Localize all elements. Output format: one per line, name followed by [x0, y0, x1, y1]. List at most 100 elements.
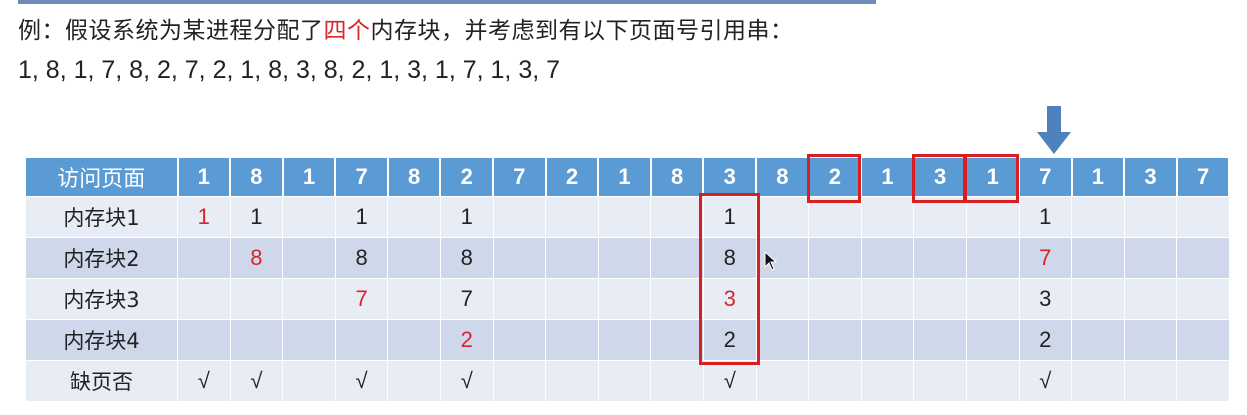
row-label: 内存块2	[25, 237, 178, 279]
block-cell	[334, 319, 389, 361]
block-cell: 2	[1018, 319, 1073, 361]
block-cell	[913, 196, 967, 238]
fault-mark-cell	[860, 360, 915, 402]
fault-mark-cell	[545, 360, 599, 402]
block-cell	[1123, 278, 1178, 320]
header-highlight-box	[911, 153, 967, 203]
fault-mark-cell	[808, 360, 862, 402]
block-cell	[860, 237, 915, 279]
prompt-highlight: 四个	[323, 18, 371, 44]
memory-block-row: 内存块1 1 1 1 1 1 1	[25, 196, 1230, 238]
block-cell	[965, 237, 1020, 279]
block-cell	[1176, 196, 1230, 238]
block-cell	[545, 319, 599, 361]
block-cell	[282, 196, 336, 238]
block-cell	[1123, 319, 1178, 361]
mouse-cursor-icon	[764, 251, 778, 271]
block-cell: 3	[1018, 278, 1073, 320]
block-cell	[650, 319, 704, 361]
block-cell	[650, 237, 704, 279]
block-cell: 8	[439, 237, 494, 279]
block-cell	[282, 237, 336, 279]
memory-block-row: 内存块3 7 7 3 3	[25, 278, 1230, 320]
block-cell	[1123, 237, 1178, 279]
fault-mark-cell	[597, 360, 652, 402]
fault-mark-cell	[1176, 360, 1230, 402]
page-ref-cell: 1	[597, 157, 652, 197]
block-cell	[545, 237, 599, 279]
page-ref-cell: 7	[1176, 157, 1231, 197]
block-cell: 8	[229, 237, 284, 279]
block-cell	[965, 196, 1020, 238]
block-cell	[755, 196, 810, 238]
prompt-part2: 内存块，并考虑到有以下页面号引用串：	[370, 18, 794, 44]
block-cell	[808, 237, 862, 279]
page-ref-cell: 8	[650, 157, 705, 197]
header-highlight-box	[964, 153, 1019, 203]
header-label: 访问页面	[25, 157, 179, 197]
fault-mark-cell	[1123, 360, 1178, 402]
page-replacement-table: 访问页面 1 8 1 7 8 2 7 2 1 8 3 8 2 1 3 1 7 1 3 7 内存块1 1 1 1 1 1 1 内存块2 8 8…	[25, 157, 1231, 402]
block-cell	[1071, 319, 1125, 361]
page-ref-cell: 2	[545, 157, 600, 197]
block-cell	[545, 196, 599, 238]
row-label: 缺页否	[25, 360, 178, 402]
row-label: 内存块3	[25, 278, 178, 320]
reference-string: 1, 8, 1, 7, 8, 2, 7, 2, 1, 8, 3, 8, 2, 1…	[18, 56, 561, 84]
row-label: 内存块4	[25, 319, 178, 361]
page-ref-cell: 7	[492, 157, 547, 197]
block-cell	[808, 196, 862, 238]
block-cell	[808, 278, 862, 320]
block-cell	[860, 319, 915, 361]
block-cell	[492, 237, 547, 279]
block-cell	[177, 237, 231, 279]
block-cell	[755, 319, 810, 361]
page-ref-cell: 8	[229, 157, 284, 197]
block-cell: 1	[1018, 196, 1073, 238]
block-cell	[229, 278, 284, 320]
block-cell	[650, 278, 704, 320]
page-ref-cell: 2	[439, 157, 495, 197]
block-cell	[965, 319, 1020, 361]
block-cell: 1	[177, 196, 231, 238]
header-highlight-box	[806, 153, 862, 203]
fault-mark-cell	[1071, 360, 1125, 402]
block-cell	[387, 196, 441, 238]
page-ref-cell: 1	[1071, 157, 1126, 197]
prompt-part1: 例：假设系统为某进程分配了	[18, 18, 324, 44]
block-cell	[913, 237, 967, 279]
block-cell: 8	[334, 237, 389, 279]
block-cell: 1	[229, 196, 284, 238]
block-cell: 7	[439, 278, 494, 320]
block-cell	[177, 278, 231, 320]
block-cell: 1	[334, 196, 389, 238]
block-cell	[492, 319, 547, 361]
block-cell: 7	[1018, 237, 1073, 279]
block-cell	[597, 278, 652, 320]
page-ref-cell: 7	[334, 157, 389, 197]
fault-mark-cell	[650, 360, 704, 402]
block-cell	[860, 196, 915, 238]
fault-mark-cell: √	[177, 360, 231, 402]
block-cell	[597, 237, 652, 279]
block-cell	[1176, 237, 1230, 279]
block-cell	[229, 319, 284, 361]
block-cell	[1176, 278, 1230, 320]
fault-mark-cell: √	[439, 360, 494, 402]
fault-mark-cell	[965, 360, 1020, 402]
block-cell	[492, 278, 547, 320]
fault-mark-cell: √	[702, 360, 757, 402]
block-cell	[177, 319, 231, 361]
fault-mark-cell	[755, 360, 810, 402]
block-cell	[1071, 196, 1125, 238]
memory-block-row: 内存块4 2 2 2	[25, 319, 1230, 361]
page-ref-cell: 8	[755, 157, 810, 197]
block-cell: 2	[439, 319, 494, 361]
down-arrow-icon	[1037, 106, 1071, 154]
fault-mark-cell	[387, 360, 441, 402]
page-ref-cell: 3	[702, 157, 758, 197]
page-ref-cell: 1	[860, 157, 915, 197]
block-cell	[1176, 319, 1230, 361]
block-cell	[597, 319, 652, 361]
page-ref-cell: 1	[177, 157, 232, 197]
